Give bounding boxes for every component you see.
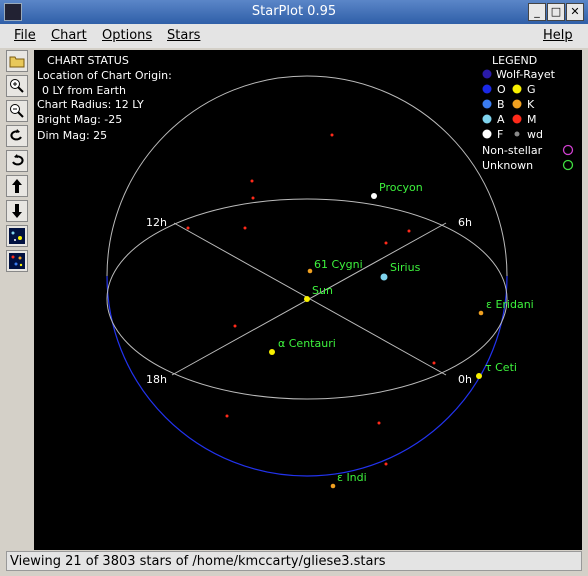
zoom-out-icon: [10, 104, 24, 118]
label-61-cygni: 61 Cygni: [314, 258, 363, 271]
status-text: Viewing 21 of 3803 stars of /home/kmccar…: [10, 554, 386, 569]
hour-label-18h: 18h: [146, 373, 167, 386]
rotate-left-button[interactable]: [6, 125, 28, 147]
star-field-button[interactable]: [6, 225, 28, 247]
legend-f: F: [497, 128, 503, 141]
legend-a: A: [497, 113, 505, 126]
legend-swatch-g: [512, 84, 522, 94]
legend-swatch-m: [512, 114, 522, 124]
star-61-cygni[interactable]: [307, 268, 313, 274]
open-folder-icon: [9, 56, 25, 68]
star-m[interactable]: [225, 414, 229, 418]
legend-wolf-rayet: Wolf-Rayet: [496, 68, 556, 81]
chart-status-heading: CHART STATUS: [47, 54, 129, 67]
rotate-right-button[interactable]: [6, 150, 28, 172]
legend-g: G: [527, 83, 536, 96]
label-alpha-centauri: α Centauri: [278, 337, 336, 350]
legend-k: K: [527, 98, 535, 111]
star-procyon[interactable]: [371, 193, 377, 199]
status-bar: Viewing 21 of 3803 stars of /home/kmccar…: [6, 551, 582, 571]
hour-label-0h: 0h: [458, 373, 472, 386]
star-epsilon-indi[interactable]: [330, 483, 336, 489]
star-m[interactable]: [384, 462, 388, 466]
legend-swatch-unknown: [562, 159, 574, 171]
star-m[interactable]: [186, 226, 190, 230]
zoom-in-icon: [10, 79, 24, 93]
star-chart: 12h 6h 18h 0h Procyon 61 Cygni Sirius Su…: [37, 54, 574, 489]
star-sun[interactable]: [304, 296, 310, 302]
hour-label-6h: 6h: [458, 216, 472, 229]
move-up-button[interactable]: [6, 175, 28, 197]
close-button[interactable]: ✕: [566, 3, 584, 21]
dim-mag: Dim Mag: 25: [37, 129, 107, 142]
star-m[interactable]: [407, 229, 411, 233]
legend-b: B: [497, 98, 505, 111]
legend-o: O: [497, 83, 506, 96]
legend-swatch-wd: [514, 131, 520, 137]
origin-value: 0 LY from Earth: [42, 84, 126, 97]
maximize-button[interactable]: □: [547, 3, 565, 21]
label-epsilon-indi: ε Indi: [337, 471, 367, 484]
rotate-left-icon: [10, 129, 22, 141]
menu-options[interactable]: Options: [102, 28, 152, 43]
menu-help[interactable]: Help: [543, 28, 573, 43]
label-tau-ceti: τ Ceti: [485, 361, 517, 374]
menu-stars[interactable]: Stars: [167, 28, 200, 43]
legend-swatch-k: [512, 99, 522, 109]
star-tau-ceti[interactable]: [476, 373, 482, 379]
star-m[interactable]: [243, 226, 247, 230]
legend-non-stellar: Non-stellar: [482, 144, 543, 157]
star-m[interactable]: [233, 324, 237, 328]
label-sirius: Sirius: [390, 261, 421, 274]
window-title: StarPlot 0.95: [251, 4, 337, 19]
legend-swatch-a: [482, 114, 492, 124]
color-stars-button[interactable]: [6, 250, 28, 272]
legend-swatch-o: [482, 84, 492, 94]
chart-radius: Chart Radius: 12 LY: [37, 98, 144, 111]
bright-mag: Bright Mag: -25: [37, 113, 122, 126]
legend-swatch-f: [482, 129, 492, 139]
legend-wd: wd: [527, 128, 543, 141]
legend-unknown: Unknown: [482, 159, 533, 172]
star-m[interactable]: [377, 421, 381, 425]
legend-swatch-wolf-rayet: [482, 69, 492, 79]
star-m[interactable]: [251, 196, 255, 200]
title-bar: StarPlot 0.95 _ □ ✕: [0, 0, 588, 24]
legend-m: M: [527, 113, 537, 126]
hour-label-12h: 12h: [146, 216, 167, 229]
legend-swatch-non-stellar: [562, 144, 574, 156]
star-m[interactable]: [384, 241, 388, 245]
menu-file[interactable]: File: [14, 28, 36, 43]
color-stars-icon: [9, 253, 25, 269]
star-epsilon-eridani[interactable]: [478, 310, 484, 316]
menu-chart[interactable]: Chart: [51, 28, 87, 43]
minimize-button[interactable]: _: [528, 3, 546, 21]
zoom-out-button[interactable]: [6, 100, 28, 122]
star-chart-canvas[interactable]: 12h 6h 18h 0h Procyon 61 Cygni Sirius Su…: [34, 50, 582, 550]
legend-heading: LEGEND: [492, 54, 537, 67]
star-m[interactable]: [432, 361, 436, 365]
sphere-upper-outline: [106, 75, 508, 277]
zoom-in-button[interactable]: [6, 75, 28, 97]
star-field-icon: [9, 228, 25, 244]
sphere-lower-outline: [106, 275, 508, 477]
move-down-button[interactable]: [6, 200, 28, 222]
label-epsilon-eridani: ε Eridani: [486, 298, 534, 311]
arrow-down-icon: [12, 204, 22, 218]
arrow-up-icon: [12, 179, 22, 193]
origin-label: Location of Chart Origin:: [37, 69, 172, 82]
star-alpha-centauri[interactable]: [269, 349, 275, 355]
star-m[interactable]: [330, 133, 334, 137]
toolbar: [6, 50, 30, 275]
label-sun: Sun: [312, 284, 333, 297]
menu-bar: File Chart Options Stars Help: [0, 24, 588, 48]
star-sirius[interactable]: [380, 273, 388, 281]
rotate-right-icon: [12, 154, 24, 166]
open-button[interactable]: [6, 50, 28, 72]
star-m[interactable]: [250, 179, 254, 183]
legend-swatch-b: [482, 99, 492, 109]
label-procyon: Procyon: [379, 181, 423, 194]
